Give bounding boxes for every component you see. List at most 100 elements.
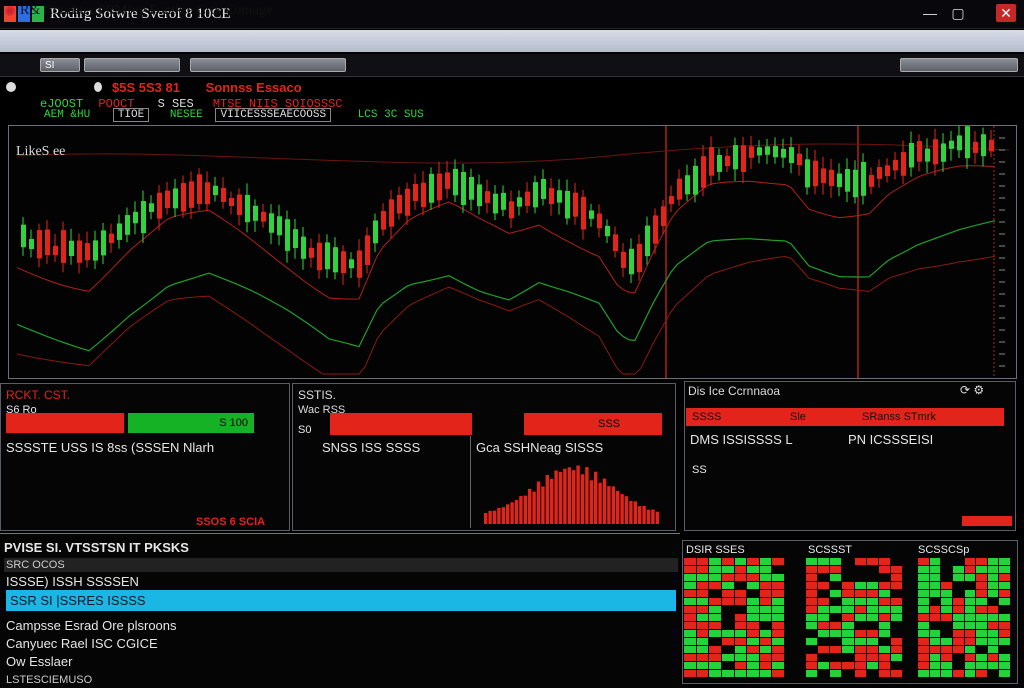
watchlist-row[interactable] — [806, 574, 902, 581]
trade-log-row[interactable]: Campsse Esrad Ore plsroons — [6, 618, 177, 633]
watchlist-row[interactable] — [684, 622, 784, 629]
close-icon[interactable]: ✕ — [996, 4, 1016, 22]
volume-row-left: S0 — [298, 424, 312, 436]
search-input[interactable] — [190, 58, 346, 72]
trade-log-row[interactable]: Canyuec Rael ISC CGICE — [6, 636, 158, 651]
volume-bar-left[interactable] — [330, 413, 472, 435]
watchlist-row[interactable] — [918, 582, 1010, 589]
watchlist-row[interactable] — [918, 566, 1010, 573]
watchlist-row[interactable] — [806, 654, 902, 661]
watchlist-row[interactable] — [918, 606, 1010, 613]
watchlist-cell — [842, 598, 854, 605]
watchlist-row[interactable] — [684, 654, 784, 661]
watchlist-cell — [734, 582, 747, 589]
watchlist-row[interactable] — [806, 662, 902, 669]
volume-info: SNSS ISS SSSS — [322, 440, 421, 455]
watchlist-row[interactable] — [806, 606, 902, 613]
watchlist-cell — [890, 638, 902, 645]
watchlist-row[interactable] — [684, 582, 784, 589]
watchlist-row[interactable] — [806, 590, 902, 597]
account-field[interactable] — [900, 58, 1018, 72]
watchlist-row[interactable] — [806, 630, 902, 637]
watchlist-cell — [842, 646, 854, 653]
watchlist-row[interactable] — [918, 646, 1010, 653]
watchlist-row[interactable] — [918, 622, 1010, 629]
watchlist-row[interactable] — [806, 558, 902, 565]
watchlist-row[interactable] — [806, 582, 902, 589]
watchlist-row[interactable] — [684, 630, 784, 637]
watchlist-row[interactable] — [806, 646, 902, 653]
watchlist-cell — [890, 574, 902, 581]
settings-icon[interactable]: ⟳ ⚙ — [960, 383, 984, 397]
watchlist-row[interactable] — [684, 662, 784, 669]
candle-body — [613, 234, 618, 251]
watchlist-row[interactable] — [684, 646, 784, 653]
minimize-icon[interactable]: — — [920, 4, 940, 22]
menu-items[interactable]: R& Comfiter PRMfng Fontkre Crtk Comuge — [20, 3, 272, 19]
watchlist-cell — [854, 614, 866, 621]
watchlist-cell — [842, 558, 854, 565]
watchlist-cell — [709, 606, 721, 613]
trade-log-header — [4, 558, 678, 572]
price-chart[interactable] — [8, 118, 1017, 379]
watchlist-cell — [830, 574, 842, 581]
watchlist-row[interactable] — [806, 638, 902, 645]
watchlist-row[interactable] — [918, 654, 1010, 661]
app-menu-icon[interactable]: ✺ — [2, 3, 18, 19]
watchlist-row[interactable] — [918, 670, 1010, 677]
watchlist-row[interactable] — [918, 590, 1010, 597]
watchlist-cell — [830, 638, 842, 645]
watchlist-row[interactable] — [806, 598, 902, 605]
watchlist-cell — [759, 638, 772, 645]
watchlist-row[interactable] — [918, 630, 1010, 637]
symbol-field[interactable]: SI — [40, 58, 80, 72]
watchlist-row[interactable] — [684, 670, 784, 677]
watchlist-cell — [952, 558, 964, 565]
watchlist-cell — [734, 646, 747, 653]
watchlist-row[interactable] — [918, 574, 1010, 581]
watchlist-row[interactable] — [684, 590, 784, 597]
candlestick-chart[interactable] — [9, 118, 1016, 378]
restore-icon[interactable]: ▢ — [948, 4, 968, 22]
histogram-bar — [497, 507, 501, 524]
candle-body — [621, 251, 626, 268]
volume-bar-right[interactable] — [524, 413, 662, 435]
watchlist-row[interactable] — [684, 558, 784, 565]
watchlist-cell — [684, 606, 696, 613]
watchlist-row[interactable] — [806, 622, 902, 629]
histogram-bar — [510, 502, 514, 524]
watchlist-cell — [890, 662, 902, 669]
buy-button[interactable]: S 100 — [128, 413, 254, 433]
trade-log-row[interactable]: ISSSE) ISSH SSSSEN — [6, 574, 139, 589]
timeframe-field[interactable] — [84, 58, 180, 72]
watchlist-row[interactable] — [806, 566, 902, 573]
watchlist-row[interactable] — [684, 574, 784, 581]
watchlist-cell — [759, 582, 772, 589]
trade-log-row[interactable]: LSTESCIEMUSO — [6, 674, 92, 686]
watchlist-cell — [747, 574, 759, 581]
watchlist-cell — [830, 662, 842, 669]
watchlist-row[interactable] — [918, 638, 1010, 645]
watchlist-row[interactable] — [918, 662, 1010, 669]
candle-body — [853, 169, 858, 198]
candle-body — [653, 215, 658, 244]
histogram-bar — [598, 482, 602, 524]
watchlist-row[interactable] — [918, 558, 1010, 565]
watchlist-cell — [999, 582, 1010, 589]
candle-body — [741, 145, 746, 173]
watchlist-row[interactable] — [684, 606, 784, 613]
sell-button[interactable] — [6, 413, 124, 433]
watchlist-row[interactable] — [918, 598, 1010, 605]
watchlist-grid[interactable] — [684, 558, 1016, 682]
watchlist-row[interactable] — [684, 614, 784, 621]
watchlist-cell — [999, 622, 1010, 629]
watchlist-row[interactable] — [806, 670, 902, 677]
watchlist-cell — [772, 622, 784, 629]
watchlist-row[interactable] — [684, 598, 784, 605]
watchlist-row[interactable] — [684, 638, 784, 645]
watchlist-row[interactable] — [918, 614, 1010, 621]
histogram-bar — [550, 478, 554, 524]
watchlist-row[interactable] — [684, 566, 784, 573]
trade-log-row[interactable]: Ow Esslaer — [6, 654, 72, 669]
watchlist-row[interactable] — [806, 614, 902, 621]
